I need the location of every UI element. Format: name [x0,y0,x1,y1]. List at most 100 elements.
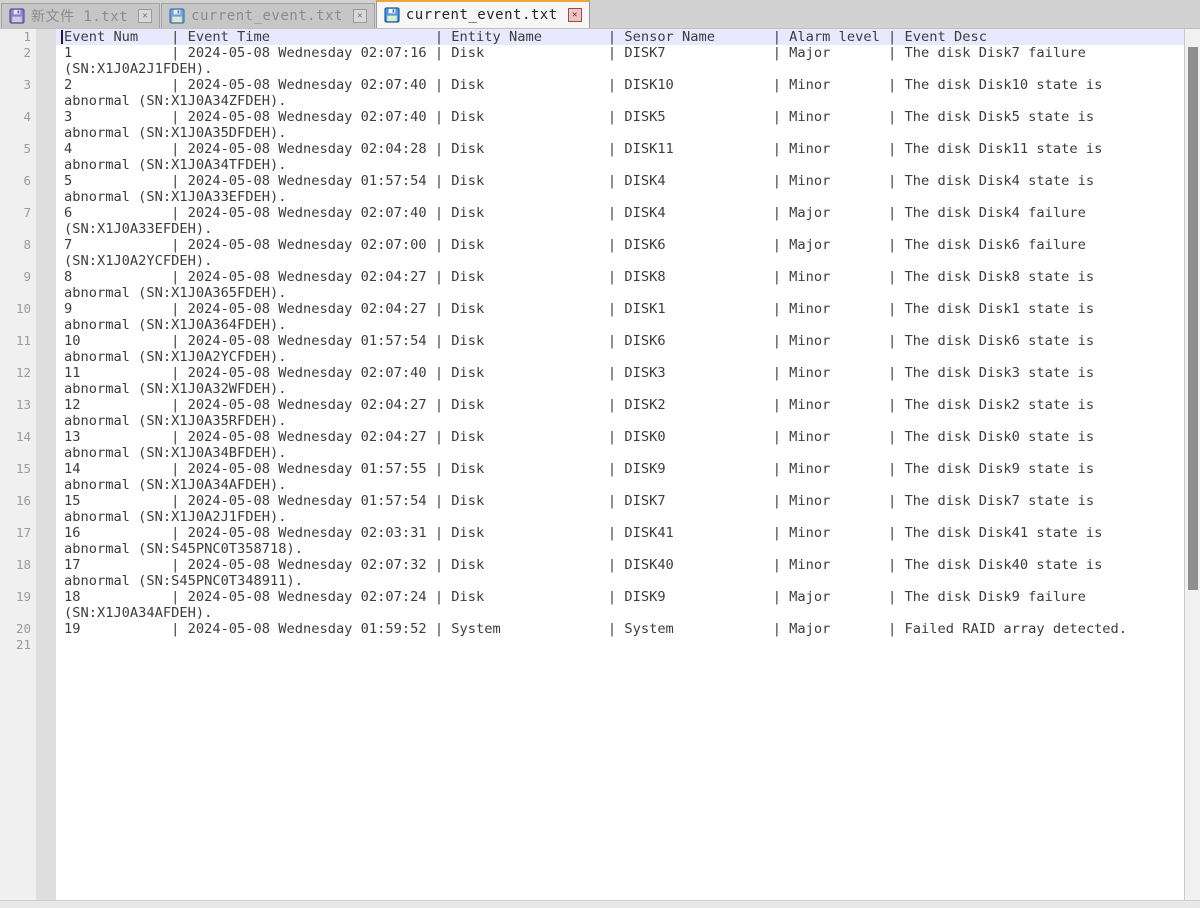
horizontal-scrollbar-track[interactable] [0,900,1200,908]
line-number: 12 [0,365,36,381]
bookmark-margin-cell [36,93,56,109]
line-number: 2 [0,45,36,61]
text-line: (SN:X1J0A33EFDEH). [0,221,1184,237]
text-area[interactable]: 1Event Num | Event Time | Entity Name | … [0,29,1184,653]
line-text: abnormal (SN:X1J0A34BFDEH). [56,445,1184,461]
line-number [0,61,36,77]
bookmark-margin-cell [36,29,56,45]
bookmark-margin-cell [36,157,56,173]
close-icon[interactable] [138,9,152,23]
text-line: 54 | 2024-05-08 Wednesday 02:04:28 | Dis… [0,141,1184,157]
bookmark-margin-cell [36,429,56,445]
line-number [0,125,36,141]
line-text: abnormal (SN:S45PNC0T348911). [56,573,1184,589]
text-line: 109 | 2024-05-08 Wednesday 02:04:27 | Di… [0,301,1184,317]
tab-current-event-2-active[interactable]: current_event.txt [376,0,590,28]
text-line: 43 | 2024-05-08 Wednesday 02:07:40 | Dis… [0,109,1184,125]
line-number [0,189,36,205]
bookmark-margin-cell [36,365,56,381]
text-line: 87 | 2024-05-08 Wednesday 02:07:00 | Dis… [0,237,1184,253]
line-text [56,637,1184,653]
line-number [0,477,36,493]
text-line: 76 | 2024-05-08 Wednesday 02:07:40 | Dis… [0,205,1184,221]
bookmark-margin-cell [36,189,56,205]
bookmark-margin-cell [36,45,56,61]
bookmark-margin-cell [36,381,56,397]
tab-label: current_event.txt [406,7,558,23]
text-line: abnormal (SN:X1J0A34TFDEH). [0,157,1184,173]
line-number: 7 [0,205,36,221]
line-text: 16 | 2024-05-08 Wednesday 02:03:31 | Dis… [56,525,1184,541]
line-number [0,317,36,333]
bookmark-margin-cell [36,301,56,317]
line-number: 4 [0,109,36,125]
tab-label: current_event.txt [191,8,343,24]
bookmark-margin-cell [36,61,56,77]
line-text: abnormal (SN:X1J0A34ZFDEH). [56,93,1184,109]
line-number: 13 [0,397,36,413]
text-line: abnormal (SN:S45PNC0T348911). [0,573,1184,589]
close-icon[interactable] [353,9,367,23]
line-text: abnormal (SN:X1J0A35RFDEH). [56,413,1184,429]
bookmark-margin-cell [36,333,56,349]
line-text: 9 | 2024-05-08 Wednesday 02:04:27 | Disk… [56,301,1184,317]
line-text: abnormal (SN:X1J0A364FDEH). [56,317,1184,333]
line-number: 16 [0,493,36,509]
bookmark-margin-cell [36,605,56,621]
line-number [0,93,36,109]
line-text: abnormal (SN:X1J0A365FDEH). [56,285,1184,301]
text-line: 1918 | 2024-05-08 Wednesday 02:07:24 | D… [0,589,1184,605]
line-text: 15 | 2024-05-08 Wednesday 01:57:54 | Dis… [56,493,1184,509]
line-text: 2 | 2024-05-08 Wednesday 02:07:40 | Disk… [56,77,1184,93]
text-line: 1312 | 2024-05-08 Wednesday 02:04:27 | D… [0,397,1184,413]
bookmark-margin-cell [36,317,56,333]
text-line: 21 | 2024-05-08 Wednesday 02:07:16 | Dis… [0,45,1184,61]
bookmark-margin-cell [36,637,56,653]
line-text: 17 | 2024-05-08 Wednesday 02:07:32 | Dis… [56,557,1184,573]
bookmark-margin-cell [36,269,56,285]
line-text: abnormal (SN:X1J0A2YCFDEH). [56,349,1184,365]
line-text: Event Num | Event Time | Entity Name | S… [56,29,1184,45]
tab-current-event-1[interactable]: current_event.txt [161,3,375,28]
line-text: abnormal (SN:S45PNC0T358718). [56,541,1184,557]
text-line: abnormal (SN:X1J0A35RFDEH). [0,413,1184,429]
text-caret [61,30,63,44]
close-icon[interactable] [568,8,582,22]
text-line: 1514 | 2024-05-08 Wednesday 01:57:55 | D… [0,461,1184,477]
bookmark-margin-cell [36,253,56,269]
line-text: abnormal (SN:X1J0A34TFDEH). [56,157,1184,173]
line-number [0,413,36,429]
tab-new-file-1[interactable]: 新文件 1.txt [1,3,160,28]
text-line: abnormal (SN:X1J0A33EFDEH). [0,189,1184,205]
text-line: 16 15 | 2024-05-08 Wednesday 01:57:54 | D… [0,493,1184,509]
save-icon [384,7,400,23]
editor-pane: 1Event Num | Event Time | Entity Name | … [0,29,1184,900]
text-line: 65 | 2024-05-08 Wednesday 01:57:54 | Dis… [0,173,1184,189]
bookmark-margin-cell [36,621,56,637]
line-text: (SN:X1J0A34AFDEH). [56,605,1184,621]
line-number: 17 [0,525,36,541]
line-number [0,573,36,589]
bookmark-margin-cell [36,413,56,429]
line-number [0,221,36,237]
line-number [0,445,36,461]
line-text: 10 | 2024-05-08 Wednesday 01:57:54 | Dis… [56,333,1184,349]
line-number: 8 [0,237,36,253]
line-number [0,349,36,365]
tab-label: 新文件 1.txt [31,6,128,26]
bookmark-margin-cell [36,173,56,189]
text-line: 98 | 2024-05-08 Wednesday 02:04:27 | Dis… [0,269,1184,285]
line-number [0,509,36,525]
text-line: 1211 | 2024-05-08 Wednesday 02:07:40 | D… [0,365,1184,381]
line-number: 5 [0,141,36,157]
tab-bar: 新文件 1.txt current_event.txt current_even… [0,0,1200,29]
vertical-scrollbar[interactable] [1184,29,1200,900]
scrollbar-thumb[interactable] [1188,47,1198,590]
text-line: 17 16 | 2024-05-08 Wednesday 02:03:31 | D… [0,525,1184,541]
line-number: 9 [0,269,36,285]
line-number [0,381,36,397]
line-text: abnormal (SN:X1J0A34AFDEH). [56,477,1184,493]
text-line: 1110 | 2024-05-08 Wednesday 01:57:54 | D… [0,333,1184,349]
line-number [0,541,36,557]
line-number: 21 [0,637,36,653]
